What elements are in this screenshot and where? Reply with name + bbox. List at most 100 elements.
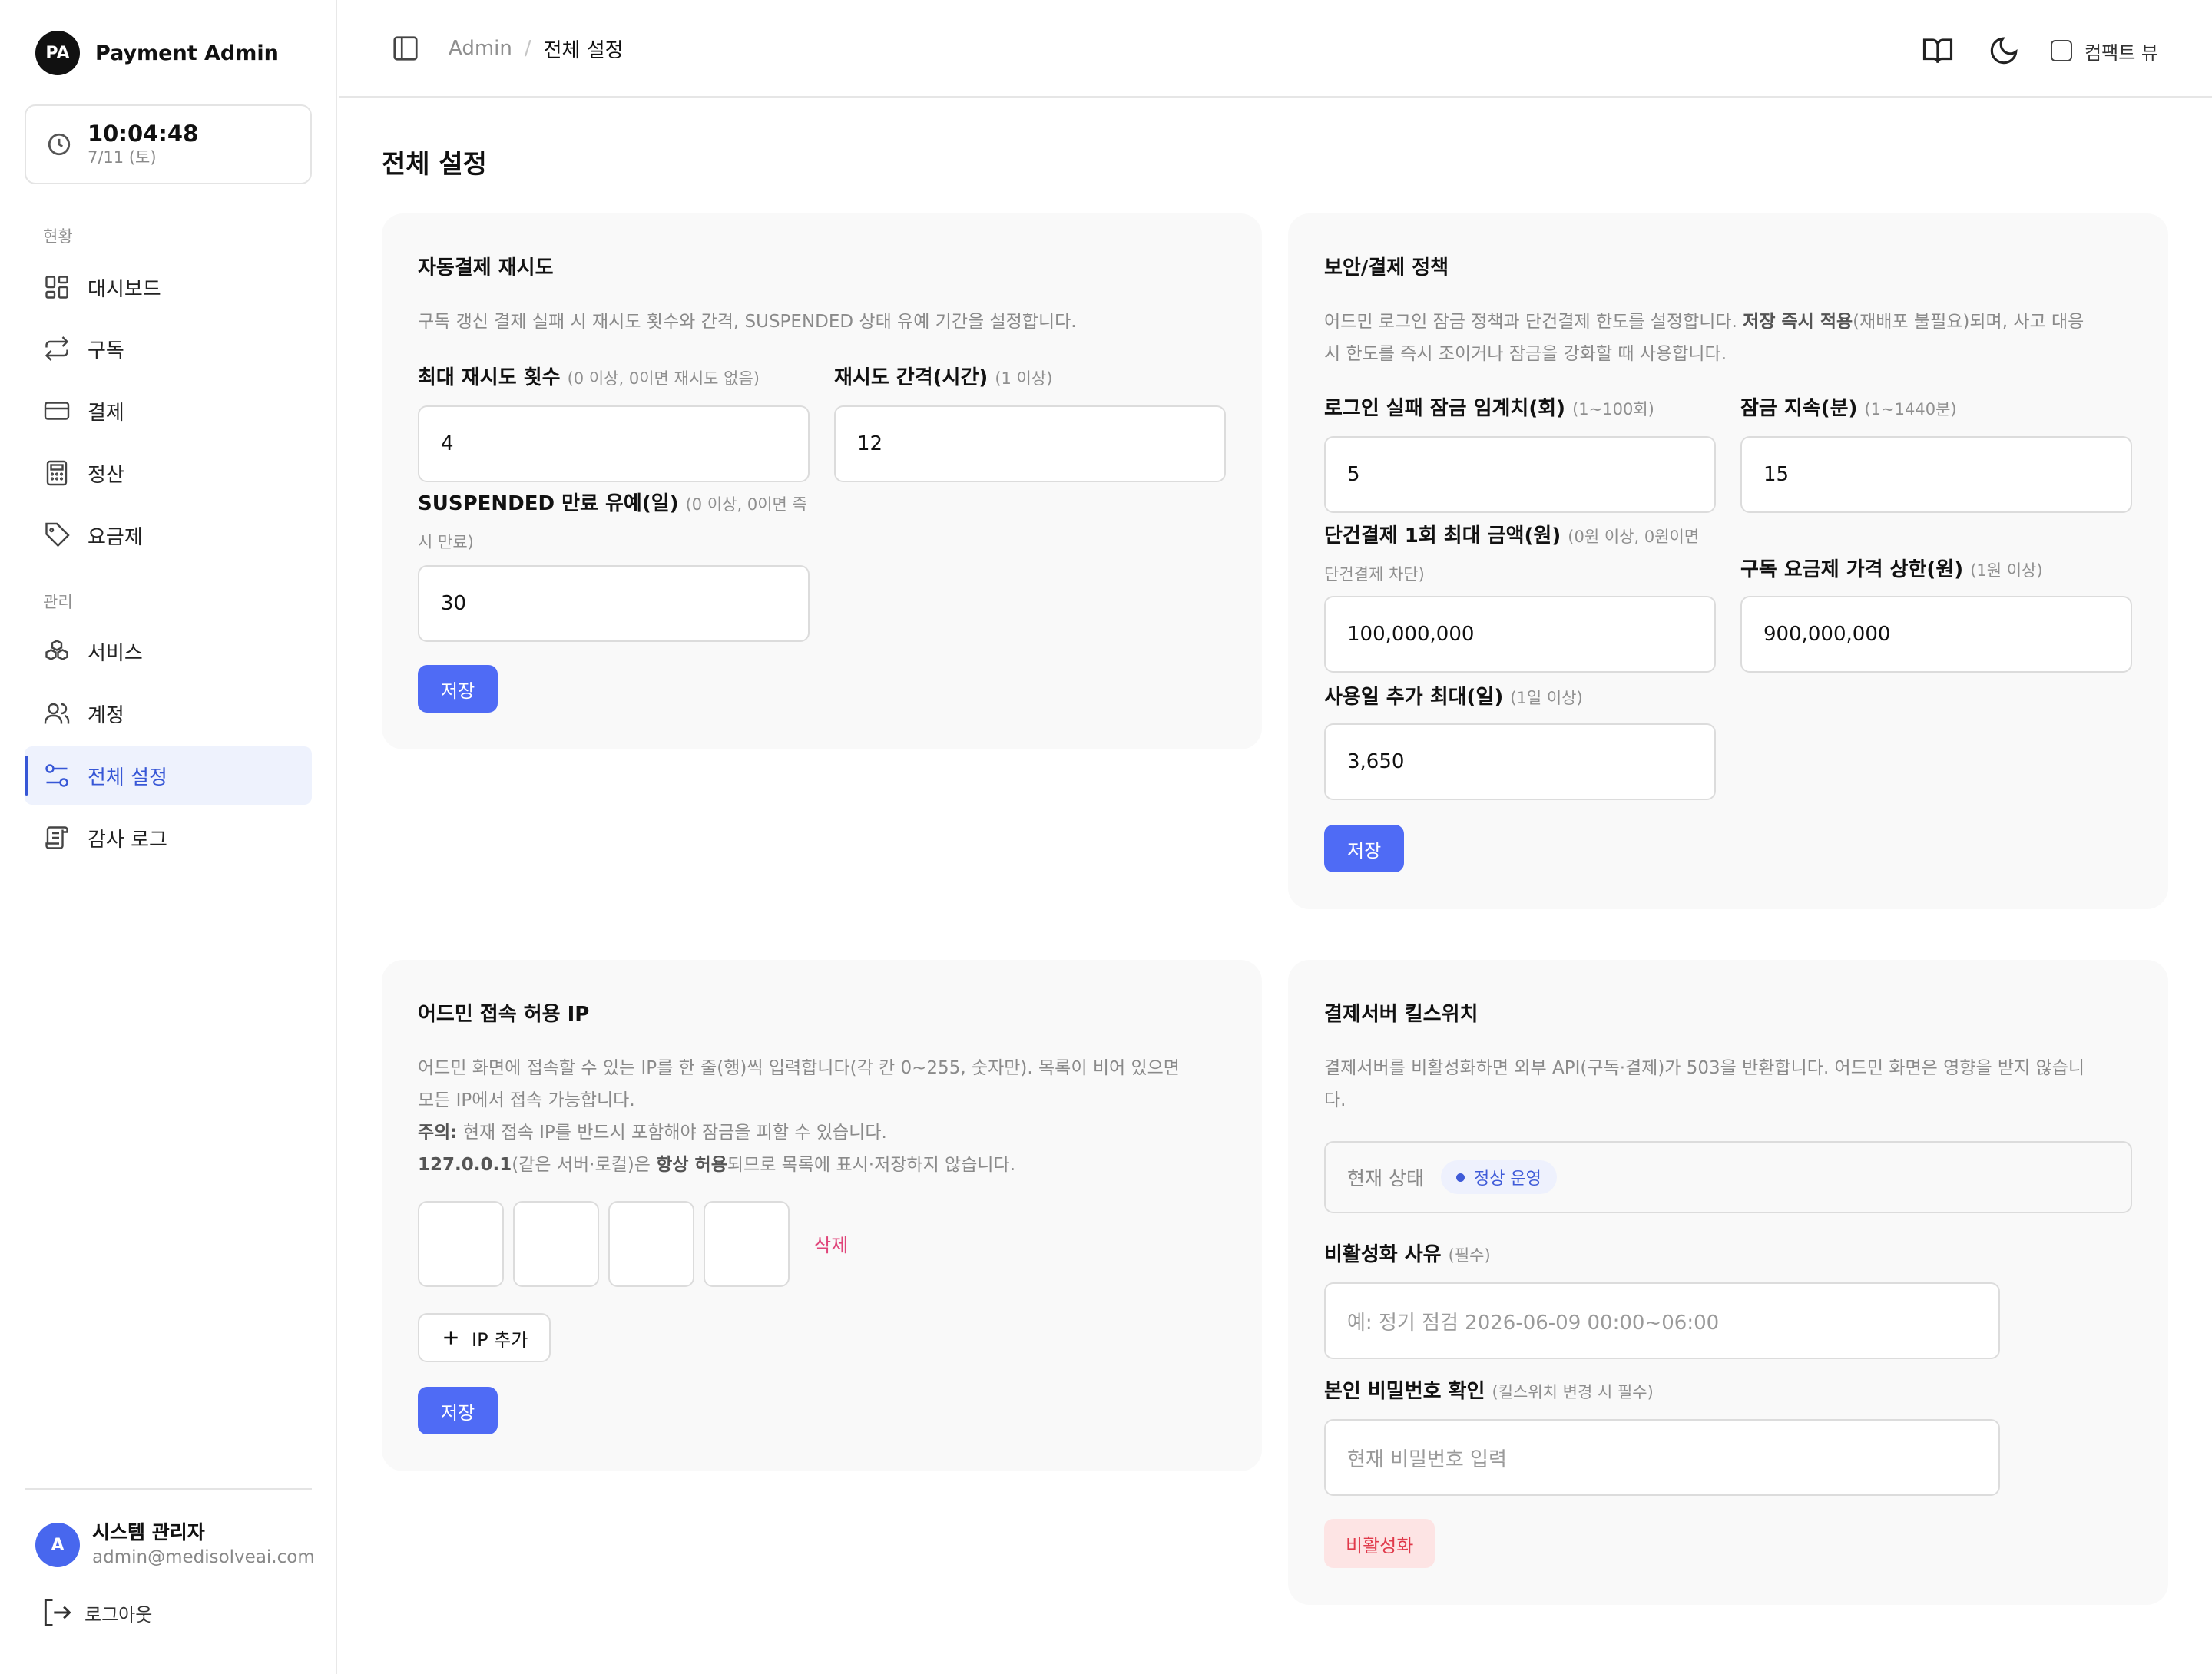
logout-button[interactable]: 로그아웃 [40,1596,152,1629]
sidebar-item-label: 대시보드 [88,277,161,301]
breadcrumb: Admin / 전체 설정 [449,34,624,63]
sidebar-item-audit-log[interactable]: 감사 로그 [25,809,312,867]
brand-name: Payment Admin [95,41,279,65]
top-actions: 컴팩트 뷰 [1888,34,2158,68]
lock-threshold-input[interactable]: 5 [1324,436,1716,513]
single-payment-max-label: 단건결제 1회 최대 금액(원) (0원 이상, 0원이면 단건결제 차단) [1324,524,1700,584]
brand-logo: PA [35,31,80,75]
card-title: 자동결제 재시도 [418,256,554,280]
sidebar-item-label: 요금제 [88,525,143,549]
boxes-icon [45,640,68,660]
logout-label: 로그아웃 [84,1603,153,1626]
card-description: 결제서버를 비활성화하면 외부 API(구독·결제)가 503을 반환합니다. … [1324,1058,2085,1110]
retry-interval-label: 재시도 간격(시간) (1 이상) [834,366,1053,389]
dashboard-icon [45,276,68,299]
admin-ip-card: 어드민 접속 허용 IP 어드민 화면에 접속할 수 있는 IP를 한 줄(행)… [382,960,1262,1471]
clock-widget: 10:04:48 7/11 (토) [25,104,312,184]
disable-reason-input[interactable]: 예: 정기 점검 2026-06-09 00:00~06:00 [1324,1282,2000,1359]
card-description: 어드민 로그인 잠금 정책과 단건결제 한도를 설정합니다. 저장 즉시 적용(… [1324,312,2085,364]
user-profile[interactable]: A 시스템 관리자 admin@medisolveai.com [35,1520,315,1570]
moon-icon[interactable] [1988,35,2020,67]
plan-price-cap-input[interactable]: 900,000,000 [1740,596,2132,673]
extra-days-max-label: 사용일 추가 최대(일) (1일 이상) [1324,686,1583,709]
sidebar-item-label: 서비스 [88,641,143,665]
status-label: 현재 상태 [1347,1167,1424,1189]
sidebar-item-label: 계정 [88,703,124,727]
ip-octet-input[interactable] [608,1201,694,1287]
clock-time: 10:04:48 [88,121,199,147]
save-button[interactable]: 저장 [1324,825,1405,872]
sidebar-item-accounts[interactable]: 계정 [25,684,312,743]
calculator-icon [46,460,68,486]
add-ip-button[interactable]: IP 추가 [418,1313,551,1362]
max-retry-label: 최대 재시도 횟수 (0 이상, 0이면 재시도 없음) [418,366,760,389]
sidebar-item-label: 감사 로그 [88,828,167,852]
compact-view-checkbox[interactable] [2051,40,2073,61]
status-badge: 정상 운영 [1440,1160,1557,1194]
security-policy-card: 보안/결제 정책 어드민 로그인 잠금 정책과 단건결제 한도를 설정합니다. … [1288,213,2168,909]
sidebar-item-services[interactable]: 서비스 [25,622,312,680]
extra-days-max-input[interactable]: 3,650 [1324,723,1716,800]
topbar: Admin / 전체 설정 컴팩트 뷰 [339,0,2212,98]
add-ip-label: IP 추가 [472,1328,528,1351]
plan-price-cap-label: 구독 요금제 가격 상한(원) (1원 이상) [1740,558,2043,581]
sidebar-item-label: 결제 [88,401,124,425]
disable-button[interactable]: 비활성화 [1324,1519,1435,1568]
save-button[interactable]: 저장 [418,1387,498,1434]
retry-settings-card: 자동결제 재시도 구독 갱신 결제 실패 시 재시도 횟수와 간격, SUSPE… [382,213,1262,749]
ip-octet-input[interactable] [513,1201,599,1287]
sidebar-item-dashboard[interactable]: 대시보드 [25,258,312,316]
password-confirm-input[interactable]: 현재 비밀번호 입력 [1324,1419,2000,1496]
save-button[interactable]: 저장 [418,665,498,713]
disable-reason-label: 비활성화 사유 (필수) [1324,1243,1491,1266]
plus-icon [444,1331,458,1345]
compact-view-toggle[interactable]: 컴팩트 뷰 [2051,38,2158,65]
page-title: 전체 설정 [382,149,487,180]
sidebar-item-plans[interactable]: 요금제 [25,506,312,564]
sidebar-item-settlement[interactable]: 정산 [25,444,312,502]
password-confirm-label: 본인 비밀번호 확인 (킬스위치 변경 시 필수) [1324,1380,1654,1403]
credit-card-icon [44,402,70,420]
card-title: 결제서버 킬스위치 [1324,1003,1479,1026]
single-payment-max-input[interactable]: 100,000,000 [1324,596,1716,673]
sidebar: PA Payment Admin 10:04:48 7/11 (토) 현황 대시… [0,0,337,1674]
avatar: A [35,1523,80,1567]
retry-interval-input[interactable]: 12 [834,405,1226,482]
tag-icon [45,522,70,548]
suspended-grace-input[interactable]: 30 [418,565,810,642]
current-status-panel: 현재 상태 정상 운영 [1324,1141,2132,1213]
breadcrumb-separator: / [524,37,531,60]
sidebar-item-settings[interactable]: 전체 설정 [25,746,312,805]
sidebar-divider [25,1488,312,1490]
breadcrumb-root[interactable]: Admin [449,37,512,60]
lock-duration-input[interactable]: 15 [1740,436,2132,513]
sidebar-item-subscriptions[interactable]: 구독 [25,319,312,378]
sidebar-item-payments[interactable]: 결제 [25,382,312,440]
card-title: 어드민 접속 허용 IP [418,1003,590,1026]
status-dot-icon [1455,1173,1465,1182]
ip-octet-input[interactable] [418,1201,504,1287]
app-root: PA Payment Admin 10:04:48 7/11 (토) 현황 대시… [0,0,2212,1674]
book-icon[interactable] [1922,35,1954,67]
kill-switch-card: 결제서버 킬스위치 결제서버를 비활성화하면 외부 API(구독·결제)가 50… [1288,960,2168,1605]
nav-section-status: 현황 [43,227,73,246]
compact-view-label: 컴팩트 뷰 [2085,41,2158,64]
lock-duration-label: 잠금 지속(분) (1~1440분) [1740,397,1957,420]
status-value: 정상 운영 [1473,1169,1541,1189]
max-retry-input[interactable]: 4 [418,405,810,482]
ip-octet-input[interactable] [704,1201,790,1287]
suspended-grace-label: SUSPENDED 만료 유예(일) (0 이상, 0이면 즉 시 만료) [418,492,807,551]
user-name: 시스템 관리자 [92,1521,205,1543]
sidebar-item-label: 전체 설정 [88,766,167,789]
card-title: 보안/결제 정책 [1324,256,1449,280]
sidebar-toggle-icon[interactable] [391,34,420,63]
clock-date: 7/11 (토) [88,148,157,167]
sidebar-item-label: 정산 [88,463,124,487]
card-description: 어드민 화면에 접속할 수 있는 IP를 한 줄(행)씩 입력합니다(각 칸 0… [418,1058,1180,1175]
logout-icon [44,1599,71,1626]
card-description: 구독 갱신 결제 실패 시 재시도 횟수와 간격, SUSPENDED 상태 유… [418,312,1077,332]
repeat-icon [45,336,69,361]
ip-delete-button[interactable]: 삭제 [814,1230,848,1257]
brand[interactable]: PA Payment Admin [35,31,279,75]
scroll-icon [45,826,68,849]
